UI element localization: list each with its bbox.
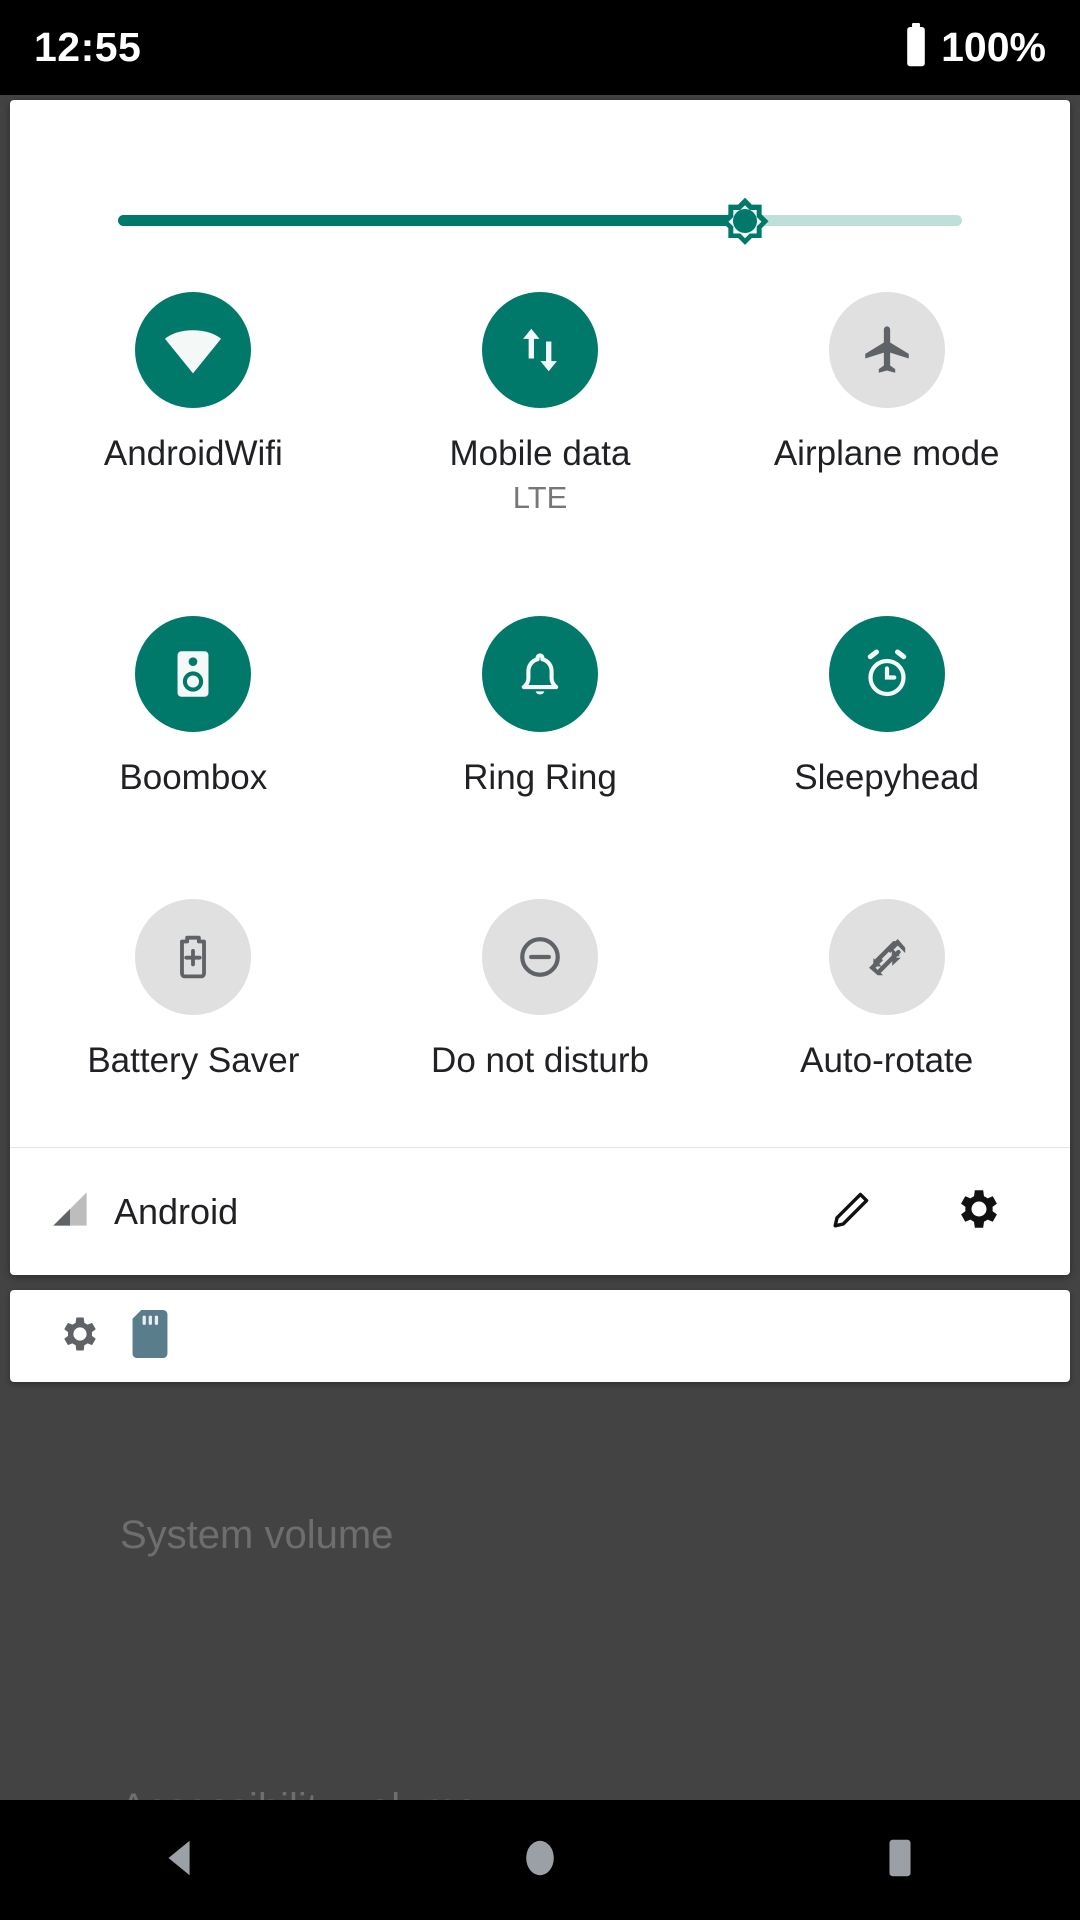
tile-label: Ring Ring: [463, 758, 617, 798]
brightness-sun-icon[interactable]: [709, 185, 781, 257]
footer-actions: [828, 1184, 1030, 1239]
quick-settings-footer: Android: [10, 1147, 1070, 1275]
tile-label: Mobile data: [449, 434, 631, 473]
tile-label: Battery Saver: [87, 1040, 300, 1080]
battery-plus-icon[interactable]: [135, 898, 252, 1015]
back-button[interactable]: [105, 1800, 255, 1920]
bell-icon[interactable]: [482, 616, 598, 733]
tile-sublabel: LTE: [512, 480, 568, 516]
gear-settings-icon[interactable]: [954, 1184, 1004, 1239]
quick-settings-tiles: AndroidWifi Mobile data LTE Airplane mod…: [10, 250, 1070, 1147]
tile-label: Boombox: [119, 758, 268, 798]
navigation-bar: [0, 1800, 1080, 1920]
airplane-icon[interactable]: [828, 292, 945, 408]
gear-settings-icon[interactable]: [58, 1312, 102, 1361]
quick-settings-panel: AndroidWifi Mobile data LTE Airplane mod…: [10, 100, 1070, 1275]
tile-sleepyhead[interactable]: Sleepyhead: [713, 616, 1060, 798]
tile-label: Sleepyhead: [794, 758, 980, 798]
tile-row-1: AndroidWifi Mobile data LTE Airplane mod…: [20, 250, 1060, 516]
signal-bar-icon: [50, 1189, 90, 1234]
tile-row-3: Battery Saver Do not disturb Auto-rotate: [20, 799, 1060, 1081]
carrier-label: Android: [114, 1190, 239, 1232]
home-button[interactable]: [465, 1800, 615, 1920]
carrier-info: Android: [50, 1189, 238, 1234]
triangle-back-icon[interactable]: [157, 1835, 203, 1886]
tile-do-not-disturb[interactable]: Do not disturb: [367, 898, 714, 1081]
battery-full-icon: [903, 23, 929, 72]
minus-circle-icon[interactable]: [482, 898, 598, 1015]
alarm-clock-icon[interactable]: [828, 616, 945, 733]
auto-rotate-icon[interactable]: [828, 898, 945, 1015]
status-bar: 12:55 100%: [0, 0, 1080, 95]
tile-label: AndroidWifi: [103, 434, 283, 473]
tile-auto-rotate[interactable]: Auto-rotate: [713, 898, 1060, 1081]
tile-label: Auto-rotate: [800, 1040, 974, 1080]
wifi-icon[interactable]: [135, 292, 252, 408]
circle-home-icon[interactable]: [517, 1835, 563, 1886]
tile-label: Airplane mode: [773, 434, 1000, 473]
speaker-icon[interactable]: [135, 616, 252, 733]
tile-battery-saver[interactable]: Battery Saver: [20, 898, 367, 1081]
tile-androidwifi[interactable]: AndroidWifi: [20, 292, 367, 516]
background-row-system-volume: System volume: [0, 1490, 1080, 1580]
pencil-edit-icon[interactable]: [828, 1185, 876, 1238]
status-bar-right-group: 100%: [903, 23, 1046, 72]
android-quick-settings-screen: System volume Accessibility volume Acces…: [0, 0, 1080, 1920]
tile-mobile-data[interactable]: Mobile data LTE: [367, 292, 714, 516]
tile-airplane-mode[interactable]: Airplane mode: [713, 292, 1060, 516]
tile-ring-ring[interactable]: Ring Ring: [367, 616, 714, 798]
mobile-data-icon[interactable]: [482, 292, 598, 408]
tile-row-2: Boombox Ring Ring Sleepyhead: [20, 516, 1060, 798]
tile-boombox[interactable]: Boombox: [20, 616, 367, 798]
background-row-texts: System volume: [120, 1513, 1080, 1558]
brightness-slider-fill: [118, 215, 745, 226]
battery-percent-label: 100%: [941, 24, 1046, 70]
sd-card-icon[interactable]: [130, 1309, 170, 1363]
status-bar-clock: 12:55: [34, 24, 142, 70]
notification-strip[interactable]: [10, 1290, 1070, 1382]
background-row-title: System volume: [120, 1512, 394, 1557]
tile-label: Do not disturb: [431, 1040, 649, 1080]
recents-button[interactable]: [825, 1800, 975, 1920]
square-recents-icon[interactable]: [877, 1835, 923, 1886]
brightness-slider[interactable]: [105, 100, 975, 250]
